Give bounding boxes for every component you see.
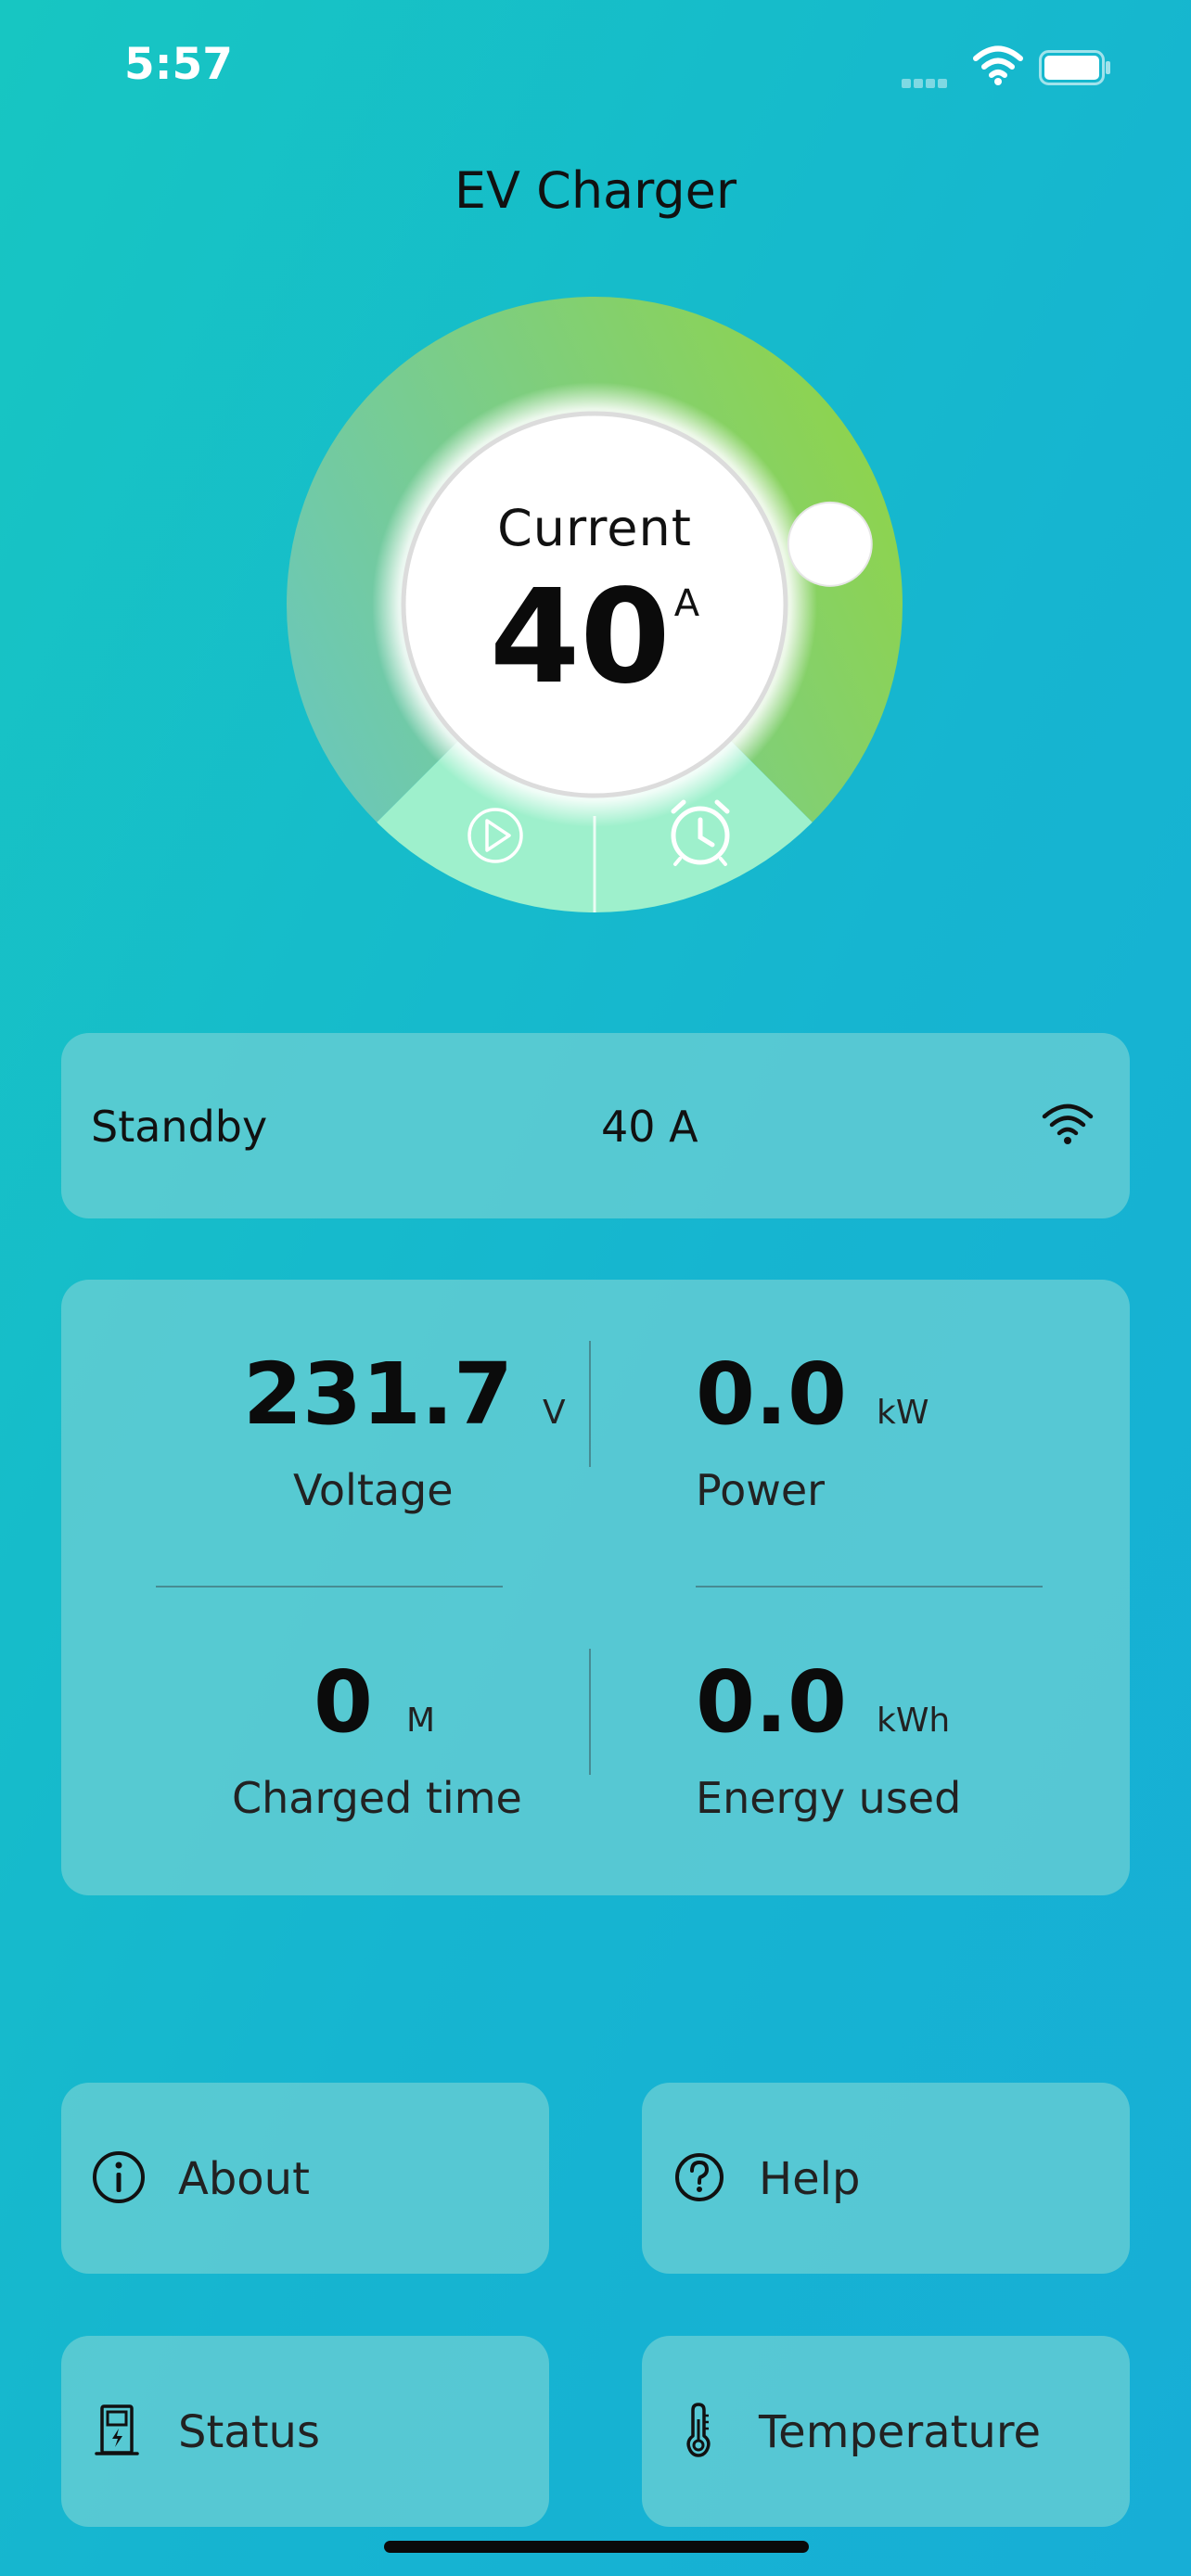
charger-station-icon [95, 2404, 139, 2455]
power-unit: kW [876, 1394, 929, 1432]
energy-used-label: Energy used [696, 1773, 962, 1823]
voltage-metric: 231.7 V [243, 1345, 566, 1444]
charged-time-label: Charged time [232, 1773, 522, 1823]
power-label: Power [696, 1465, 826, 1515]
voltage-unit: V [543, 1394, 566, 1432]
help-label: Help [759, 2153, 861, 2205]
voltage-value: 231.7 [243, 1345, 514, 1444]
voltage-label: Voltage [293, 1465, 454, 1515]
charged-time-unit: M [406, 1702, 436, 1740]
status-label: Status [178, 2406, 320, 2458]
energy-used-unit: kWh [876, 1702, 951, 1740]
charger-current-text: 40 A [601, 1102, 698, 1152]
gauge-slider-knob[interactable] [787, 501, 873, 587]
energy-used-metric: 0.0 kWh [696, 1652, 950, 1752]
battery-icon [1039, 50, 1110, 85]
charged-time-value: 0 [314, 1652, 374, 1752]
info-icon [93, 2151, 145, 2203]
power-value: 0.0 [696, 1345, 847, 1444]
status-button[interactable]: Status [61, 2336, 549, 2527]
status-time: 5:57 [124, 39, 233, 90]
energy-used-value: 0.0 [696, 1652, 847, 1752]
home-indicator[interactable] [384, 2541, 809, 2553]
about-button[interactable]: About [61, 2083, 549, 2274]
app-title: EV Charger [454, 161, 737, 220]
charged-time-metric: 0M [314, 1652, 435, 1752]
about-label: About [178, 2153, 310, 2205]
cellular-signal-icon [902, 74, 957, 88]
temperature-label: Temperature [759, 2406, 1042, 2458]
wifi-icon [973, 45, 1023, 85]
divider [696, 1586, 1043, 1588]
divider [156, 1586, 503, 1588]
gauge-unit: A [673, 582, 700, 625]
charger-state-card: Standby 40 A [61, 1033, 1130, 1218]
wifi-icon [1042, 1103, 1094, 1144]
gauge-value: 40 [489, 562, 671, 713]
divider [589, 1341, 591, 1467]
help-button[interactable]: Help [642, 2083, 1130, 2274]
metrics-card: 231.7 V Voltage 0.0 kW Power 0M Charged ti… [61, 1280, 1130, 1895]
thermometer-icon [686, 2403, 711, 2457]
gauge-label: Current [497, 499, 692, 557]
gauge-readout: Current 40 A [404, 414, 785, 794]
divider [589, 1649, 591, 1775]
help-icon [675, 2153, 724, 2201]
temperature-button[interactable]: Temperature [642, 2336, 1130, 2527]
charger-status-text: Standby [91, 1102, 268, 1152]
power-metric: 0.0 kW [696, 1345, 928, 1444]
